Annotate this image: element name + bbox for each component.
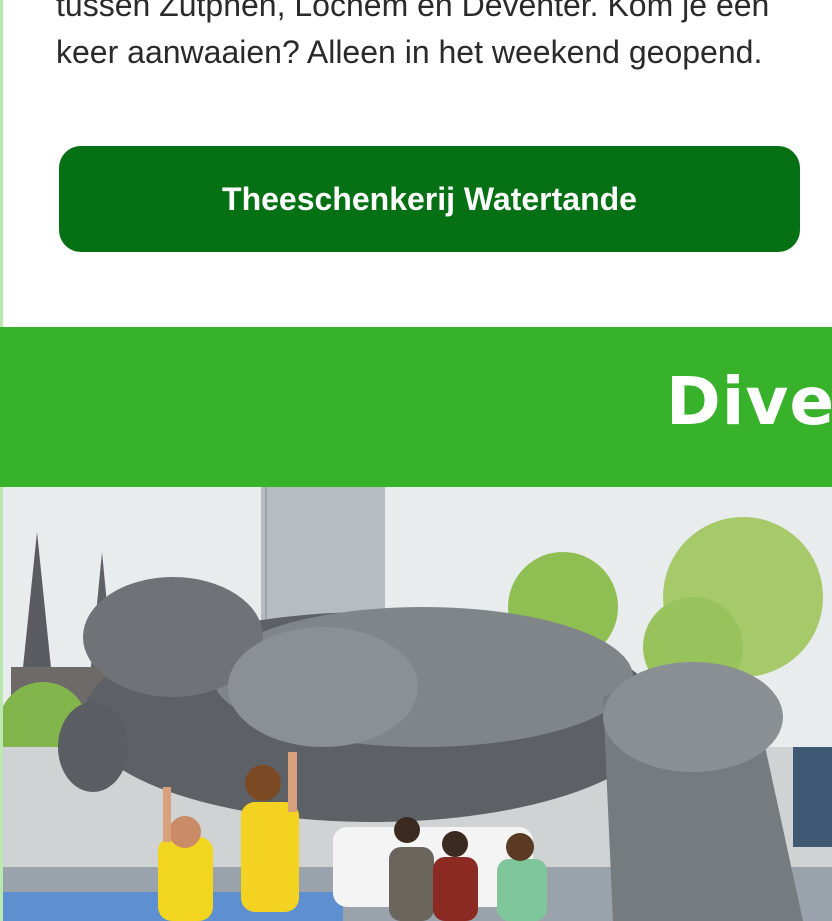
section-header: Dive [0, 327, 832, 487]
section-title: Dive [666, 363, 832, 440]
venue-description: tussen Zutphen, Lochem en Deventer. Kom … [56, 0, 770, 70]
venue-link-button[interactable]: Theeschenkerij Watertande [59, 146, 800, 252]
hero-photo [0, 487, 832, 921]
venue-card: tussen Zutphen, Lochem en Deventer. Kom … [0, 0, 832, 327]
inflatable-parade-image [3, 487, 832, 921]
